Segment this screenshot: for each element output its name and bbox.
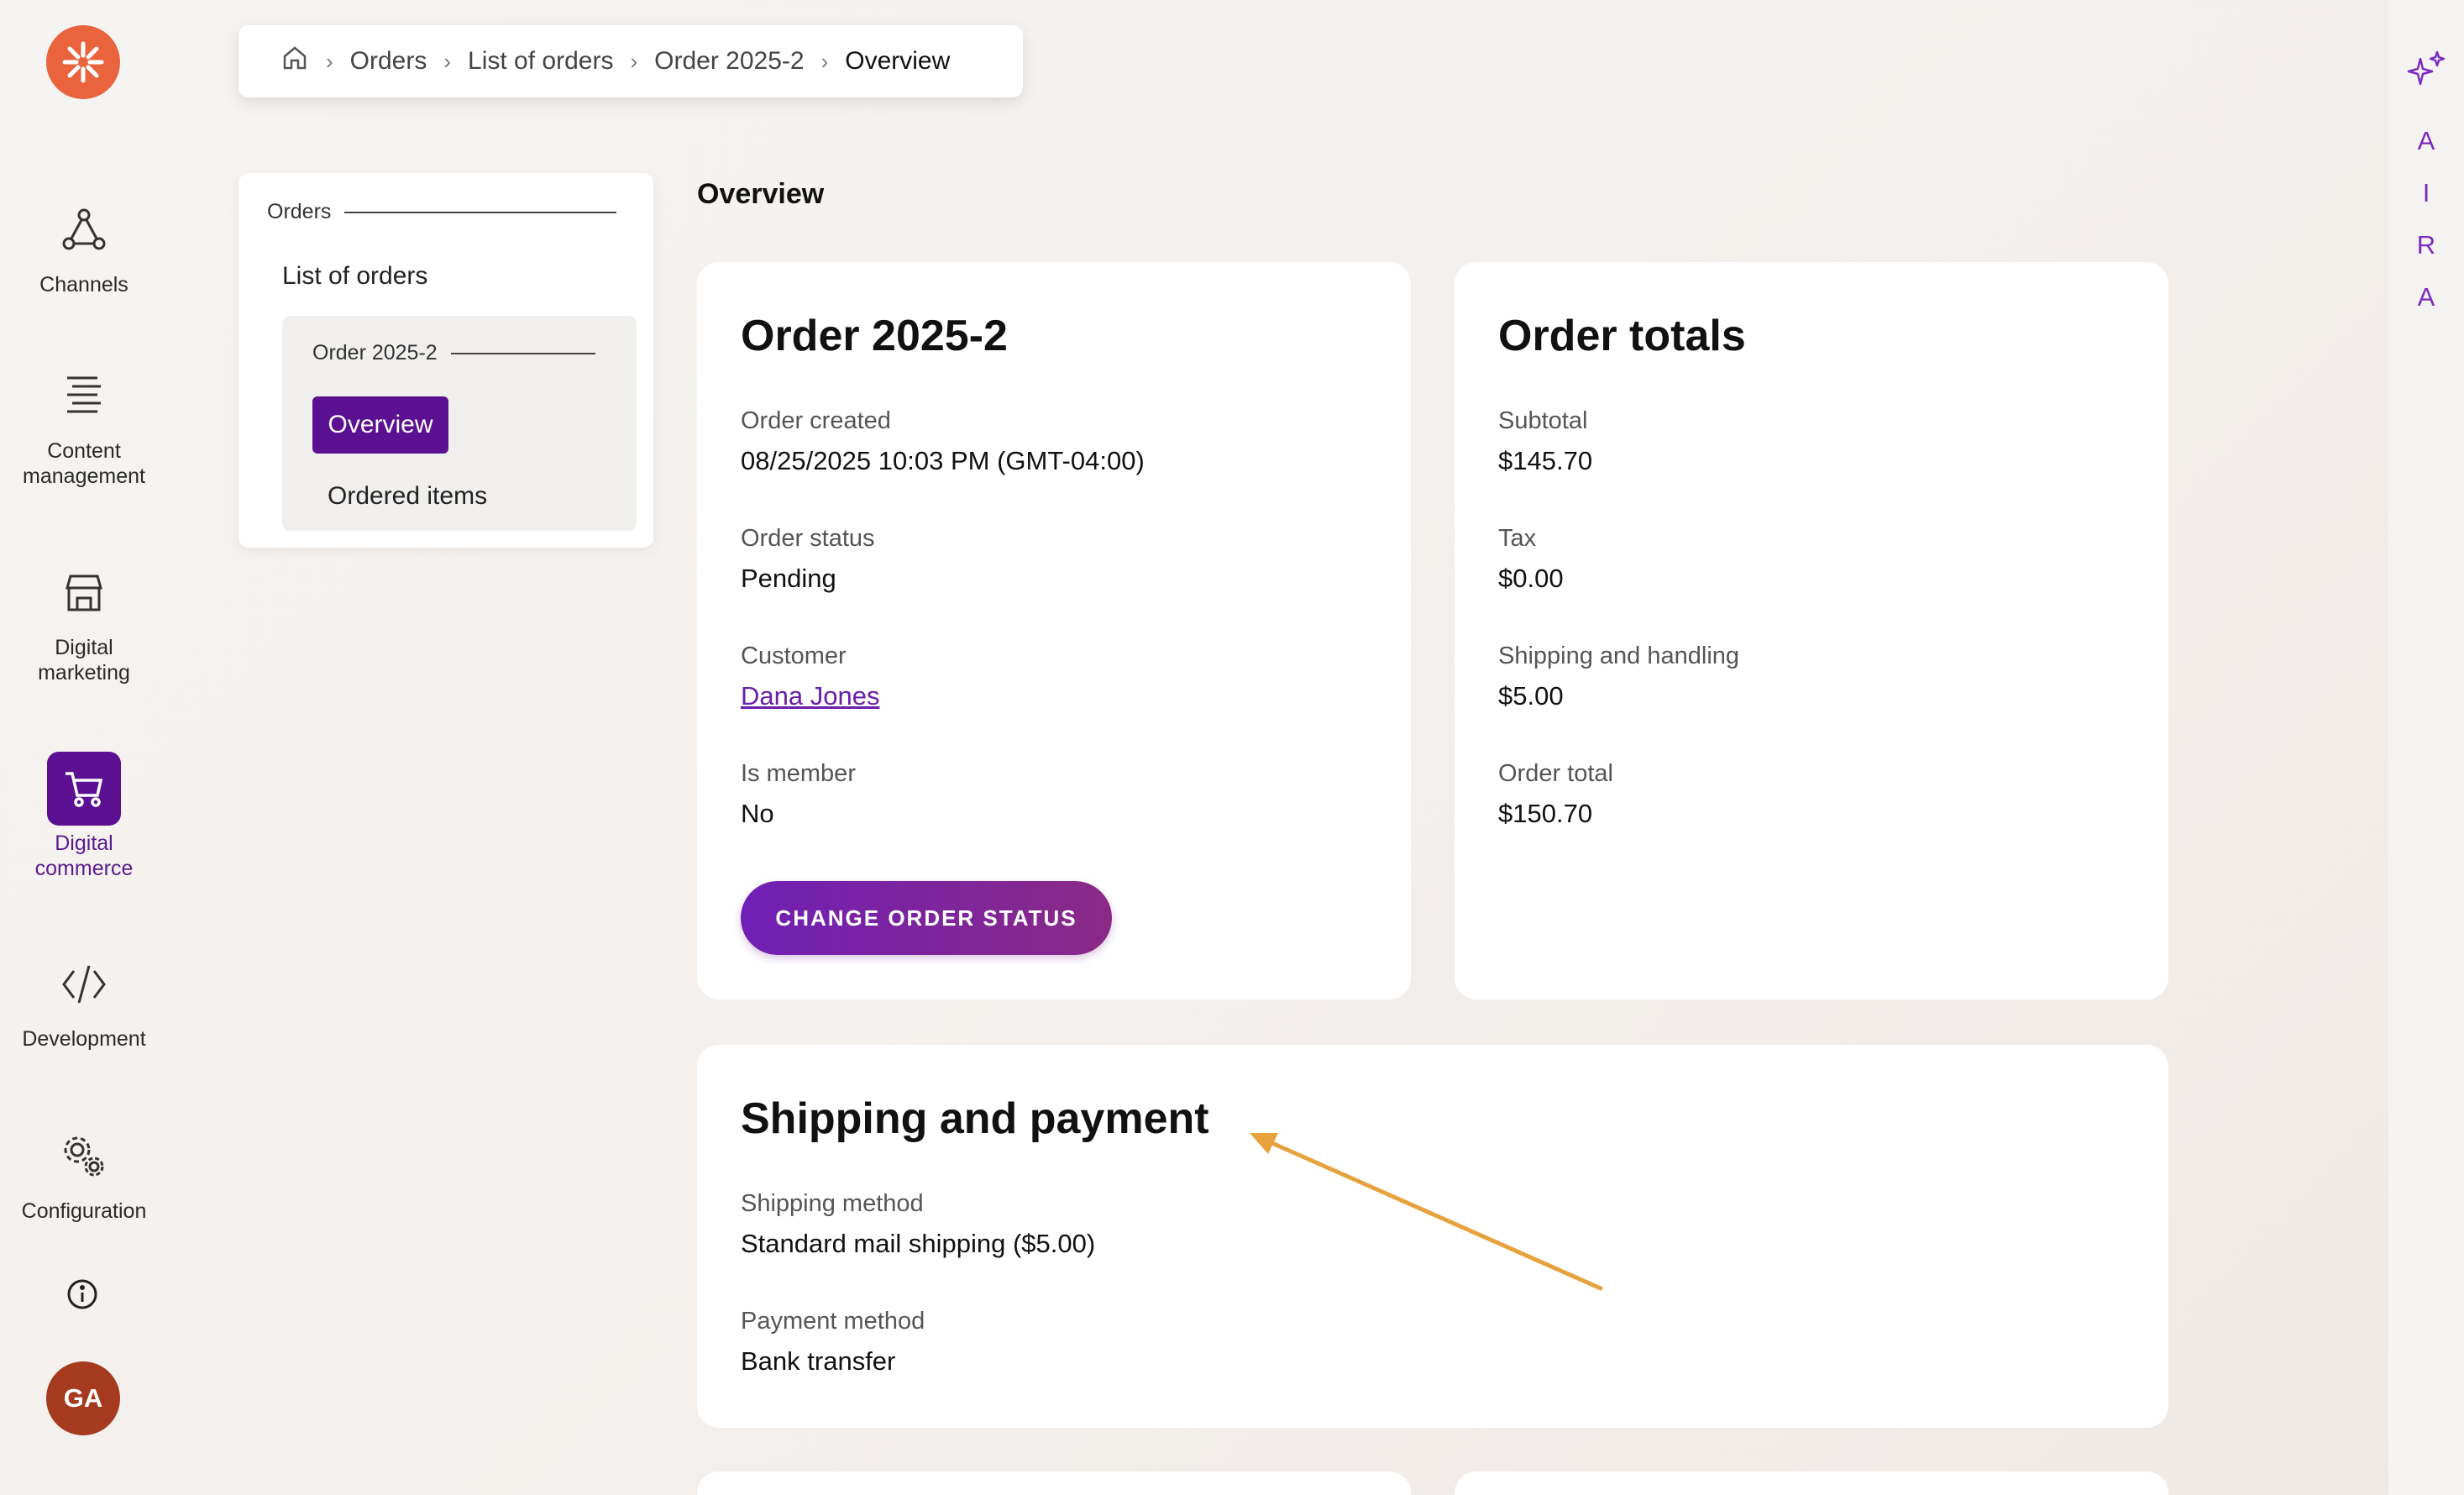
section-title-orders: Orders (267, 200, 617, 224)
field-label: Order total (1498, 760, 1613, 787)
next-card-right (1455, 1471, 2168, 1495)
subnav-overview[interactable]: Overview (312, 396, 448, 454)
field-shipping-method: Shipping method Standard mail shipping (… (741, 1189, 1095, 1260)
field-value: Bank transfer (741, 1346, 896, 1376)
channels-icon (47, 193, 121, 267)
nav-item-digital-marketing[interactable]: Digital marketing (0, 556, 168, 685)
breadcrumb-list-of-orders[interactable]: List of orders (468, 47, 613, 76)
field-label: Is member (741, 760, 856, 787)
divider (450, 352, 595, 354)
aira-panel[interactable]: A I R A (2388, 0, 2464, 1495)
nav-item-content-management[interactable]: Content management (0, 359, 168, 489)
field-value: $5.00 (1498, 681, 1564, 711)
nav-label: Digital marketing (38, 636, 130, 685)
field-order-status: Order status Pending (741, 524, 875, 595)
secondary-navigation: Orders List of orders Order 2025-2 Overv… (239, 173, 653, 548)
change-order-status-button[interactable]: CHANGE ORDER STATUS (741, 881, 1112, 955)
nav-item-digital-commerce[interactable]: Digital commerce (0, 752, 168, 881)
field-customer: Customer Dana Jones (741, 642, 879, 712)
field-subtotal: Subtotal $145.70 (1498, 407, 1592, 477)
order-card: Order 2025-2 Order created 08/25/2025 10… (697, 262, 1411, 999)
field-label: Tax (1498, 525, 1537, 552)
field-value: $0.00 (1498, 564, 1564, 593)
aira-letter: I (2422, 178, 2430, 207)
shipping-payment-title: Shipping and payment (741, 1094, 1209, 1143)
nav-label: Channels (39, 273, 128, 296)
home-icon[interactable] (280, 44, 309, 79)
content-management-icon (47, 359, 121, 433)
field-order-total: Order total $150.70 (1498, 759, 1613, 830)
field-order-created: Order created 08/25/2025 10:03 PM (GMT-0… (741, 407, 1145, 477)
nav-label: Configuration (21, 1199, 147, 1223)
order-totals-title: Order totals (1498, 312, 1746, 360)
sparkle-icon[interactable] (2405, 49, 2447, 91)
shipping-payment-card: Shipping and payment Shipping method Sta… (697, 1045, 2168, 1428)
nav-label: Development (22, 1027, 146, 1051)
field-label: Order status (741, 525, 875, 552)
order-totals-card: Order totals Subtotal $145.70 Tax $0.00 … (1455, 262, 2168, 999)
group-title-text: Order 2025-2 (312, 341, 438, 365)
field-payment-method: Payment method Bank transfer (741, 1307, 925, 1377)
nav-label: Content management (23, 439, 145, 488)
info-icon[interactable] (66, 1277, 99, 1311)
field-value: 08/25/2025 10:03 PM (GMT-04:00) (741, 446, 1145, 475)
field-label: Customer (741, 643, 847, 669)
field-value: Standard mail shipping ($5.00) (741, 1229, 1096, 1258)
field-value: $145.70 (1498, 446, 1593, 475)
main-navigation: Channels Content management Digital mark… (0, 0, 168, 1495)
aira-letter: A (2417, 126, 2435, 155)
chevron-right-icon: › (630, 48, 638, 74)
nav-label: Digital commerce (34, 831, 134, 880)
chevron-right-icon: › (820, 48, 829, 74)
breadcrumb-current: Overview (845, 47, 951, 75)
page-title: Overview (697, 178, 825, 210)
subnav-order-group: Order 2025-2 Overview Ordered items (282, 316, 637, 531)
cart-icon (47, 752, 121, 826)
aira-letter: A (2417, 282, 2435, 312)
field-value: $150.70 (1498, 799, 1593, 828)
aira-letter: R (2416, 230, 2436, 260)
code-icon (47, 947, 121, 1021)
avatar[interactable]: GA (46, 1361, 120, 1435)
digital-marketing-icon (47, 556, 121, 630)
logo-icon[interactable] (46, 25, 120, 99)
breadcrumb-order[interactable]: Order 2025-2 (654, 47, 804, 76)
breadcrumb-orders[interactable]: Orders (350, 47, 427, 76)
field-label: Shipping method (741, 1190, 924, 1217)
chevron-right-icon: › (443, 48, 452, 74)
field-value: No (741, 799, 774, 828)
field-label: Payment method (741, 1308, 925, 1335)
field-tax: Tax $0.00 (1498, 524, 1564, 595)
divider (344, 211, 617, 213)
chevron-right-icon: › (326, 48, 333, 74)
subnav-list-of-orders[interactable]: List of orders (282, 262, 427, 291)
field-label: Subtotal (1498, 407, 1588, 434)
nav-item-channels[interactable]: Channels (0, 193, 168, 297)
group-title: Order 2025-2 (312, 341, 595, 365)
field-is-member: Is member No (741, 759, 856, 830)
next-card-left (697, 1471, 1411, 1495)
nav-item-configuration[interactable]: Configuration (0, 1120, 168, 1224)
order-card-title: Order 2025-2 (741, 312, 1008, 360)
field-label: Order created (741, 407, 891, 434)
customer-link[interactable]: Dana Jones (741, 680, 879, 712)
field-value: Pending (741, 564, 836, 593)
subnav-ordered-items[interactable]: Ordered items (328, 482, 487, 511)
section-title-text: Orders (267, 200, 332, 223)
breadcrumb: › Orders › List of orders › Order 2025-2… (239, 25, 1023, 97)
field-label: Shipping and handling (1498, 643, 1740, 669)
field-shipping-handling: Shipping and handling $5.00 (1498, 642, 1739, 712)
gears-icon (47, 1120, 121, 1193)
nav-item-development[interactable]: Development (0, 947, 168, 1052)
